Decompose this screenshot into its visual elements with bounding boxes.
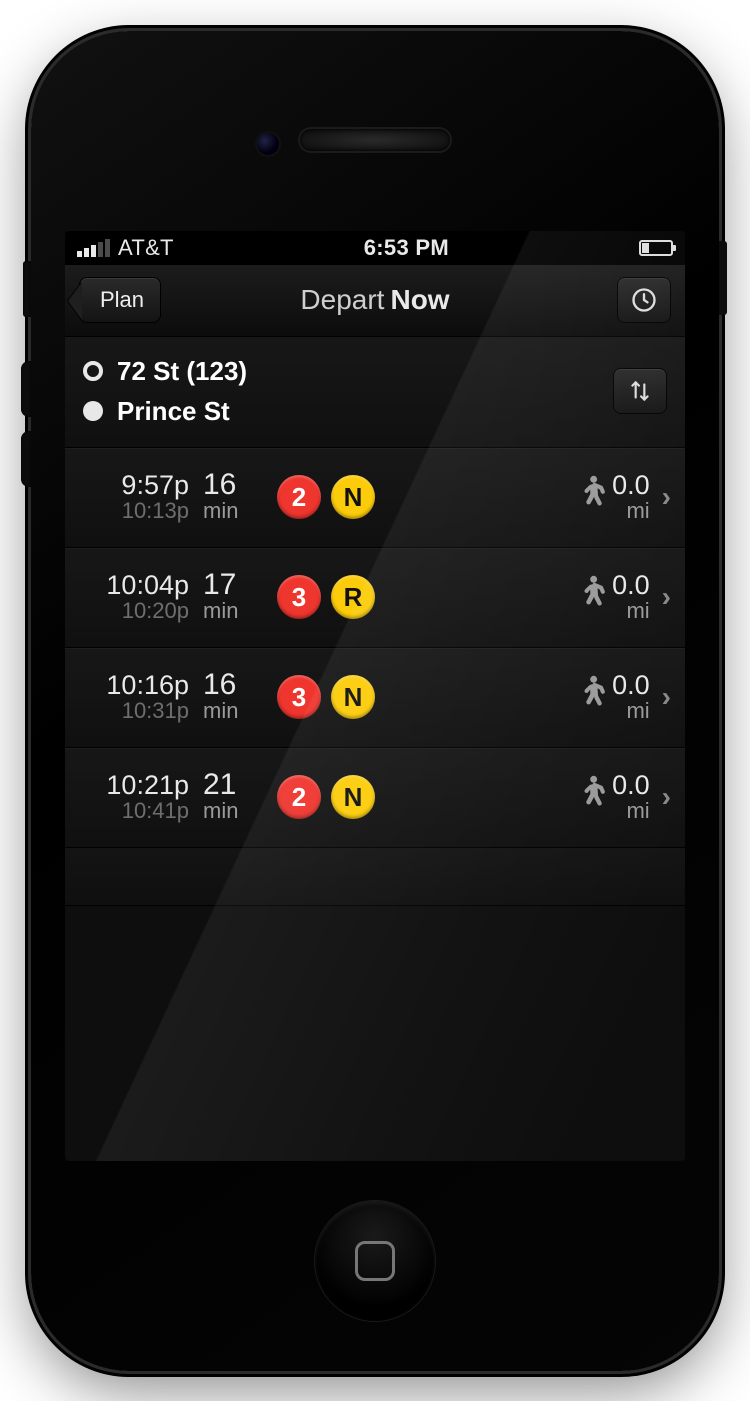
- arrive-time: 10:20p: [75, 599, 189, 623]
- duration-unit: min: [203, 699, 265, 723]
- navbar: Plan DepartNow: [65, 265, 685, 337]
- subway-line-bullet: N: [331, 775, 375, 819]
- depart-time: 10:16p: [75, 671, 189, 699]
- time-options-button[interactable]: [617, 277, 671, 323]
- time-column: 10:04p 10:20p: [75, 571, 193, 623]
- depart-time: 10:21p: [75, 771, 189, 799]
- arrive-time: 10:41p: [75, 799, 189, 823]
- iphone-frame: AT&T 6:53 PM Plan DepartNow 72: [31, 31, 719, 1371]
- duration-value: 21: [203, 771, 265, 799]
- back-button[interactable]: Plan: [79, 277, 161, 323]
- title-prefix: Depart: [300, 284, 384, 315]
- walk-distance: 0.0: [612, 770, 650, 800]
- time-column: 10:16p 10:31p: [75, 671, 193, 723]
- walk-icon: [574, 575, 608, 620]
- arrive-time: 10:13p: [75, 499, 189, 523]
- walk-distance: 0.0: [612, 570, 650, 600]
- walk-column: 0.0 mi: [574, 572, 650, 623]
- time-column: 10:21p 10:41p: [75, 771, 193, 823]
- depart-time: 10:04p: [75, 571, 189, 599]
- clock-icon: [630, 286, 658, 314]
- chevron-right-icon: ›: [662, 581, 671, 613]
- walk-unit: mi: [612, 499, 650, 523]
- walk-column: 0.0 mi: [574, 472, 650, 523]
- subway-line-bullet: N: [331, 675, 375, 719]
- walk-unit: mi: [612, 699, 650, 723]
- duration-column: 16 min: [199, 471, 265, 523]
- depart-time: 9:57p: [75, 471, 189, 499]
- chevron-right-icon: ›: [662, 481, 671, 513]
- time-column: 9:57p 10:13p: [75, 471, 193, 523]
- route-result[interactable]: 10:04p 10:20p 17 min 3R 0.0 mi ›: [65, 548, 685, 648]
- duration-unit: min: [203, 799, 265, 823]
- origin-destination-panel: 72 St (123) Prince St: [65, 337, 685, 448]
- duration-column: 21 min: [199, 771, 265, 823]
- route-result[interactable]: 9:57p 10:13p 16 min 2N 0.0 mi ›: [65, 448, 685, 548]
- origin-row[interactable]: 72 St (123): [83, 351, 613, 391]
- back-button-label: Plan: [100, 287, 144, 313]
- duration-value: 17: [203, 571, 265, 599]
- route-results-list: 9:57p 10:13p 16 min 2N 0.0 mi › 10:04p 1…: [65, 448, 685, 1161]
- volume-down-button: [21, 431, 31, 487]
- subway-line-bullet: N: [331, 475, 375, 519]
- walk-column: 0.0 mi: [574, 672, 650, 723]
- subway-line-bullet: R: [331, 575, 375, 619]
- swap-vertical-icon: [627, 378, 653, 404]
- chevron-right-icon: ›: [662, 781, 671, 813]
- swap-stations-button[interactable]: [613, 368, 667, 414]
- origin-label: 72 St (123): [117, 351, 247, 391]
- walk-column: 0.0 mi: [574, 772, 650, 823]
- volume-up-button: [21, 361, 31, 417]
- mute-switch: [23, 261, 31, 317]
- power-button: [719, 241, 727, 315]
- arrive-time: 10:31p: [75, 699, 189, 723]
- walk-distance: 0.0: [612, 670, 650, 700]
- duration-column: 17 min: [199, 571, 265, 623]
- duration-column: 16 min: [199, 671, 265, 723]
- duration-unit: min: [203, 599, 265, 623]
- destination-label: Prince St: [117, 391, 230, 431]
- walk-icon: [574, 775, 608, 820]
- carrier-label: AT&T: [118, 235, 174, 261]
- transit-lines: 2N: [271, 775, 568, 819]
- transit-lines: 3R: [271, 575, 568, 619]
- status-time: 6:53 PM: [174, 235, 639, 261]
- front-camera: [257, 133, 279, 155]
- battery-icon: [639, 240, 673, 256]
- subway-line-bullet: 3: [277, 675, 321, 719]
- walk-icon: [574, 475, 608, 520]
- walk-distance: 0.0: [612, 470, 650, 500]
- subway-line-bullet: 2: [277, 775, 321, 819]
- title-emphasis: Now: [390, 284, 449, 315]
- home-button[interactable]: [315, 1201, 435, 1321]
- subway-line-bullet: 2: [277, 475, 321, 519]
- walk-unit: mi: [612, 799, 650, 823]
- signal-strength-icon: [77, 239, 110, 257]
- transit-lines: 3N: [271, 675, 568, 719]
- duration-unit: min: [203, 499, 265, 523]
- status-bar: AT&T 6:53 PM: [65, 231, 685, 265]
- duration-value: 16: [203, 671, 265, 699]
- empty-row: [65, 848, 685, 906]
- route-result[interactable]: 10:21p 10:41p 21 min 2N 0.0 mi ›: [65, 748, 685, 848]
- walk-unit: mi: [612, 599, 650, 623]
- origin-marker-icon: [83, 361, 103, 381]
- duration-value: 16: [203, 471, 265, 499]
- transit-lines: 2N: [271, 475, 568, 519]
- screen: AT&T 6:53 PM Plan DepartNow 72: [65, 231, 685, 1161]
- subway-line-bullet: 3: [277, 575, 321, 619]
- route-result[interactable]: 10:16p 10:31p 16 min 3N 0.0 mi ›: [65, 648, 685, 748]
- walk-icon: [574, 675, 608, 720]
- destination-marker-icon: [83, 401, 103, 421]
- chevron-right-icon: ›: [662, 681, 671, 713]
- earpiece-speaker: [300, 129, 450, 151]
- destination-row[interactable]: Prince St: [83, 391, 613, 431]
